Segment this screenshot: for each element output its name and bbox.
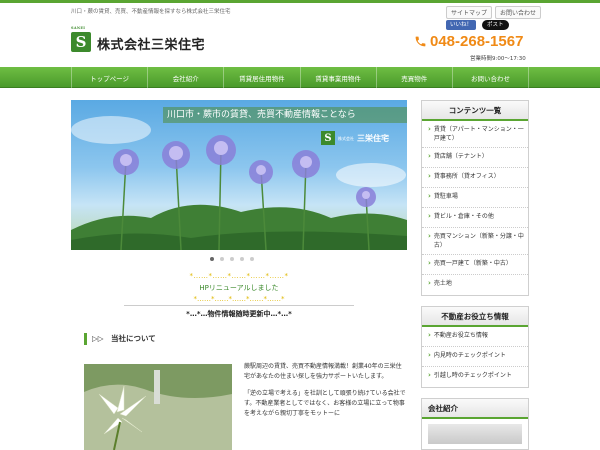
- slider-caption: 川口市・蕨市の賃貸、売買不動産情報ことなら: [163, 107, 407, 123]
- nav-item-company[interactable]: 会社紹介: [147, 67, 223, 88]
- slider-dot[interactable]: [240, 257, 244, 261]
- chevron-right-icon: ›: [428, 232, 431, 240]
- slider-dot[interactable]: [220, 257, 224, 261]
- hero-slider[interactable]: 川口市・蕨市の賃貸、売買不動産情報ことなら S 株式会社 三栄住宅: [71, 100, 407, 250]
- about-text: 蕨駅周辺の賃貸、売買不動産情報満載！創業40年の三栄住宅があなたの住まい探しを強…: [244, 362, 407, 426]
- contents-title: コンテンツ一覧: [422, 101, 528, 121]
- x-post-button[interactable]: ポスト: [482, 20, 509, 30]
- slider-logo: S 株式会社 三栄住宅: [321, 131, 389, 145]
- company-title: 会社紹介: [422, 399, 528, 419]
- sidebar-item-label: 貸店舗（テナント）: [433, 153, 488, 160]
- sidebar-item-land[interactable]: › 売土地: [422, 275, 528, 295]
- sidebar-item-label: 売買一戸建て（新築・中古）: [433, 260, 512, 267]
- chevron-right-icon: ›: [428, 125, 431, 133]
- sidebar-item-building[interactable]: › 貸ビル・倉庫・その他: [422, 208, 528, 228]
- chevron-right-icon: ›: [428, 279, 431, 287]
- sidebar-item-rental-store[interactable]: › 貸店舗（テナント）: [422, 148, 528, 168]
- slider-logo-icon: S: [321, 131, 335, 145]
- top-accent-bar: [0, 0, 600, 3]
- sidebar-item-rental-office[interactable]: › 貸事務所（貸オフィス）: [422, 168, 528, 188]
- slider-dot[interactable]: [250, 257, 254, 261]
- news-box: *……*……*……*……*……* HPリニューアルしました *……*……*……*…: [71, 268, 407, 328]
- sidebar-item-label: 売土地: [433, 280, 452, 287]
- news-decoration-top: *……*……*……*……*……*: [189, 272, 289, 280]
- chevron-right-icon: ›: [428, 212, 431, 220]
- slider-dot[interactable]: [230, 257, 234, 261]
- phone-icon: [414, 35, 427, 48]
- site-tagline: 川口・蕨の賃貸、売買、不動産情報を探すなら株式会社三栄住宅: [71, 9, 231, 15]
- site-logo-icon[interactable]: SANEI S: [71, 26, 91, 52]
- global-nav: トップページ 会社紹介 賃貸居住用物件 賃貸事業用物件 売買物件 お問い合わせ: [0, 67, 600, 88]
- info-title: 不動産お役立ち情報: [422, 307, 528, 327]
- slider-dot[interactable]: [210, 257, 214, 261]
- contact-link[interactable]: お問い合わせ: [495, 6, 542, 19]
- business-hours: 営業時間9:00～17:30: [470, 56, 526, 62]
- about-paragraph: 蕨駅周辺の賃貸、売買不動産情報満載！創業40年の三栄住宅があなたの住まい探しを強…: [244, 363, 402, 380]
- chevron-right-icon: ›: [428, 192, 431, 200]
- chevron-right-icon: ›: [428, 172, 431, 180]
- about-section-heading: ▷▷ 当社について: [84, 333, 407, 345]
- sidebar-item-viewing-checkpoints[interactable]: › 内見時のチェックポイント: [422, 347, 528, 367]
- renewal-notice: HPリニューアルしました: [199, 284, 279, 292]
- sidebar-item-moving-checkpoints[interactable]: › 引越し時のチェックポイント: [422, 367, 528, 387]
- chevron-right-icon: ›: [428, 331, 431, 339]
- sidebar-item-label: 不動産お役立ち情報: [433, 332, 488, 339]
- nav-item-top[interactable]: トップページ: [71, 67, 147, 88]
- sidebar: コンテンツ一覧 › 賃貸（アパート・マンション・一戸建て） › 貸店舗（テナント） …: [421, 100, 529, 450]
- sidebar-item-rental-housing[interactable]: › 賃貸（アパート・マンション・一戸建て）: [422, 121, 528, 148]
- chevron-right-icon: ›: [428, 351, 431, 359]
- about-photo: [84, 364, 232, 450]
- phone-contact: 048-268-1567: [414, 33, 523, 50]
- nav-item-rental-business[interactable]: 賃貸事業用物件: [299, 67, 376, 88]
- phone-number[interactable]: 048-268-1567: [430, 33, 523, 50]
- slider-logo-text: 三栄住宅: [357, 133, 389, 143]
- logo-sub-label: SANEI: [71, 26, 86, 30]
- nav-item-rental-residential[interactable]: 賃貸居住用物件: [223, 67, 299, 88]
- sidebar-item-label: 内見時のチェックポイント: [433, 352, 506, 359]
- chevron-right-icon: ›: [428, 371, 431, 379]
- news-decoration-bottom: *……*……*……*……*……*: [193, 295, 285, 303]
- slider-logo-sub: 株式会社: [338, 135, 354, 141]
- sidebar-item-sale-house[interactable]: › 売買一戸建て（新築・中古）: [422, 255, 528, 275]
- update-notice: *…*…物件情報随時更新中…*…*: [186, 310, 292, 318]
- facebook-like-button[interactable]: いいね！: [446, 20, 477, 30]
- chevron-right-icon: ›: [428, 152, 431, 160]
- sidebar-item-label: 貸ビル・倉庫・その他: [433, 213, 494, 220]
- sidebar-item-parking[interactable]: › 貸駐車場: [422, 188, 528, 208]
- info-box: 不動産お役立ち情報 › 不動産お役立ち情報 › 内見時のチェックポイント › 引越し時…: [421, 306, 529, 388]
- about-paragraph: 「逆の立場で考える」を社訓として頑張り続けている会社です。不動産業者としてではな…: [244, 390, 406, 417]
- utility-links: サイトマップ お問い合わせ: [446, 6, 542, 19]
- sidebar-item-label: 賃貸（アパート・マンション・一戸建て）: [433, 126, 524, 142]
- company-thumbnail[interactable]: [428, 424, 522, 444]
- slider-pagination: [210, 257, 254, 261]
- company-box: 会社紹介: [421, 398, 529, 450]
- sidebar-item-label: 引越し時のチェックポイント: [433, 372, 512, 379]
- sidebar-item-sale-mansion[interactable]: › 売買マンション（新築・分譲・中古）: [422, 228, 528, 255]
- sidebar-item-label: 貸事務所（貸オフィス）: [433, 173, 500, 180]
- lily-image: [84, 364, 232, 450]
- sitemap-link[interactable]: サイトマップ: [446, 6, 493, 19]
- chevron-right-icon: ›: [428, 259, 431, 267]
- site-logo-text[interactable]: 株式会社三栄住宅: [97, 34, 205, 53]
- nav-item-sales[interactable]: 売買物件: [375, 67, 452, 88]
- logo-letter: S: [75, 33, 87, 51]
- sidebar-item-label: 売買マンション（新築・分譲・中古）: [433, 233, 524, 249]
- sidebar-item-info[interactable]: › 不動産お役立ち情報: [422, 327, 528, 347]
- contents-box: コンテンツ一覧 › 賃貸（アパート・マンション・一戸建て） › 貸店舗（テナント） …: [421, 100, 529, 296]
- nav-item-contact[interactable]: お問い合わせ: [451, 67, 530, 88]
- sidebar-item-label: 貸駐車場: [433, 193, 458, 200]
- social-buttons: いいね！ ポスト: [446, 20, 509, 30]
- news-divider: [124, 305, 354, 306]
